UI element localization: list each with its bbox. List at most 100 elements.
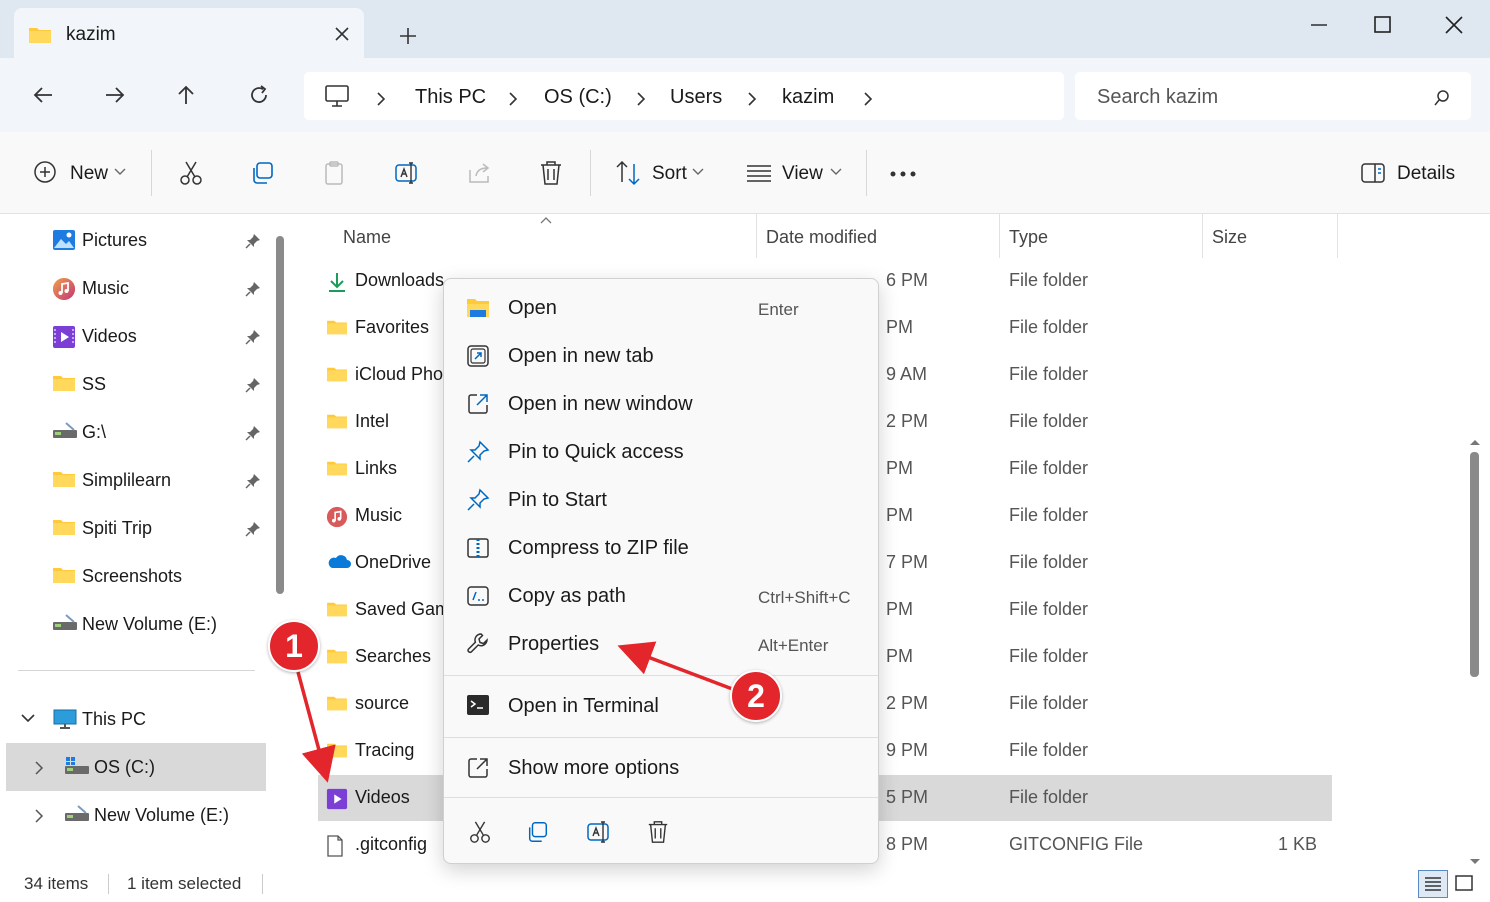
forward-arrow-icon[interactable] — [104, 84, 126, 106]
menu-item-show-more-options[interactable]: Show more options — [450, 745, 874, 791]
drive-icon — [64, 756, 90, 778]
copy-path-icon — [466, 584, 490, 608]
sort-icon[interactable] — [615, 160, 641, 186]
list-scrollbar-thumb[interactable] — [1470, 452, 1479, 677]
more-options-icon[interactable] — [890, 170, 916, 178]
copy-icon[interactable] — [250, 160, 276, 186]
rename-icon[interactable] — [586, 819, 612, 845]
pin-icon — [466, 440, 490, 464]
column-header-name[interactable]: Name — [343, 227, 391, 248]
file-type: File folder — [1009, 317, 1089, 337]
chevron-right-icon[interactable] — [34, 761, 44, 775]
cut-icon[interactable] — [468, 819, 492, 845]
sidebar-item-videos[interactable]: Videos — [0, 313, 270, 357]
sidebar-item-screenshots[interactable]: Screenshots — [0, 553, 270, 597]
close-tab-icon[interactable] — [334, 26, 350, 42]
column-header-date[interactable]: Date modified — [766, 227, 877, 248]
rename-icon[interactable] — [394, 160, 420, 186]
zip-icon — [466, 536, 490, 560]
file-type: File folder — [1009, 364, 1089, 384]
menu-item-properties[interactable]: Properties Alt+Enter — [450, 621, 874, 667]
folder-icon — [326, 365, 348, 383]
videos-icon — [326, 788, 348, 810]
pin-icon — [466, 488, 490, 512]
column-header-type[interactable]: Type — [1009, 227, 1048, 248]
minimize-icon[interactable] — [1308, 14, 1330, 36]
open-folder-icon — [466, 296, 490, 320]
pin-icon[interactable] — [245, 377, 261, 393]
details-view-icon[interactable] — [1418, 870, 1448, 898]
close-window-icon[interactable] — [1443, 14, 1465, 36]
new-button[interactable]: New — [70, 163, 108, 185]
menu-item-open-new-tab[interactable]: Open in new tab — [450, 333, 874, 379]
tree-item-this-pc[interactable]: This PC — [6, 695, 266, 743]
sidebar-item-g-drive[interactable]: G:\ — [0, 409, 270, 453]
tiles-view-icon[interactable] — [1454, 874, 1474, 894]
breadcrumb-kazim[interactable]: kazim — [782, 86, 834, 109]
chevron-right-icon[interactable] — [34, 809, 44, 823]
tree-item-new-volume-e[interactable]: New Volume (E:) — [6, 791, 266, 839]
sidebar-item-simplilearn[interactable]: Simplilearn — [0, 457, 270, 501]
column-header-size[interactable]: Size — [1212, 227, 1247, 248]
pin-icon[interactable] — [245, 233, 261, 249]
chevron-down-icon[interactable] — [114, 168, 126, 176]
tab-title: kazim — [66, 24, 116, 45]
back-arrow-icon[interactable] — [32, 84, 54, 106]
search-icon[interactable] — [1433, 89, 1451, 107]
drive-icon — [52, 613, 78, 633]
menu-item-compress-zip[interactable]: Compress to ZIP file — [450, 525, 874, 571]
pin-icon[interactable] — [245, 521, 261, 537]
cut-icon[interactable] — [178, 160, 204, 186]
address-bar[interactable]: This PC OS (C:) Users kazim — [304, 72, 1064, 120]
up-arrow-icon[interactable] — [175, 84, 197, 106]
search-input[interactable]: Search kazim — [1097, 86, 1218, 109]
sidebar-item-music[interactable]: Music — [0, 265, 270, 309]
chevron-right-icon[interactable] — [636, 92, 646, 106]
view-button[interactable]: View — [782, 163, 823, 185]
delete-icon[interactable] — [538, 160, 564, 186]
chevron-right-icon[interactable] — [863, 92, 873, 106]
breadcrumb-users[interactable]: Users — [670, 86, 722, 109]
chevron-right-icon[interactable] — [508, 92, 518, 106]
menu-item-open-terminal[interactable]: Open in Terminal — [450, 683, 874, 729]
pin-icon[interactable] — [245, 473, 261, 489]
sidebar-item-new-volume-e[interactable]: New Volume (E:) — [0, 601, 270, 645]
pin-icon[interactable] — [245, 329, 261, 345]
file-size: 1 KB — [1278, 834, 1318, 854]
tree-item-os-c[interactable]: OS (C:) — [6, 743, 266, 791]
details-pane-icon[interactable] — [1360, 162, 1386, 184]
tab-kazim[interactable]: kazim — [14, 8, 364, 58]
breadcrumb-os-c[interactable]: OS (C:) — [544, 86, 612, 109]
copy-icon[interactable] — [526, 819, 550, 845]
folder-icon — [52, 517, 76, 537]
new-tab-icon[interactable] — [398, 26, 418, 46]
delete-icon[interactable] — [646, 819, 670, 845]
menu-item-open[interactable]: Open Enter — [450, 285, 874, 331]
refresh-icon[interactable] — [248, 84, 270, 106]
chevron-down-icon[interactable] — [692, 168, 704, 176]
chevron-down-icon[interactable] — [20, 713, 36, 723]
chevron-right-icon[interactable] — [747, 92, 757, 106]
menu-item-copy-as-path[interactable]: Copy as path Ctrl+Shift+C — [450, 573, 874, 619]
navigation-pane: Pictures Music Videos SS G:\ Simplilearn… — [0, 214, 290, 864]
sidebar-item-pictures[interactable]: Pictures — [0, 217, 270, 261]
chevron-down-icon[interactable] — [830, 168, 842, 176]
maximize-icon[interactable] — [1372, 14, 1394, 36]
details-button[interactable]: Details — [1397, 163, 1455, 185]
pin-icon[interactable] — [245, 281, 261, 297]
breadcrumb-this-pc[interactable]: This PC — [415, 86, 486, 109]
view-lines-icon[interactable] — [746, 164, 772, 182]
new-plus-icon[interactable] — [33, 160, 57, 184]
file-type: File folder — [1009, 740, 1089, 760]
sort-button[interactable]: Sort — [652, 163, 687, 185]
folder-icon — [326, 600, 348, 618]
scroll-up-icon[interactable] — [1469, 438, 1481, 446]
sidebar-item-ss[interactable]: SS — [0, 361, 270, 405]
sidebar-item-spiti-trip[interactable]: Spiti Trip — [0, 505, 270, 549]
pin-icon[interactable] — [245, 425, 261, 441]
menu-item-pin-start[interactable]: Pin to Start — [450, 477, 874, 523]
sidebar-scrollbar[interactable] — [276, 236, 284, 594]
menu-item-open-new-window[interactable]: Open in new window — [450, 381, 874, 427]
menu-item-pin-quick-access[interactable]: Pin to Quick access — [450, 429, 874, 475]
search-box[interactable]: Search kazim — [1075, 72, 1471, 120]
